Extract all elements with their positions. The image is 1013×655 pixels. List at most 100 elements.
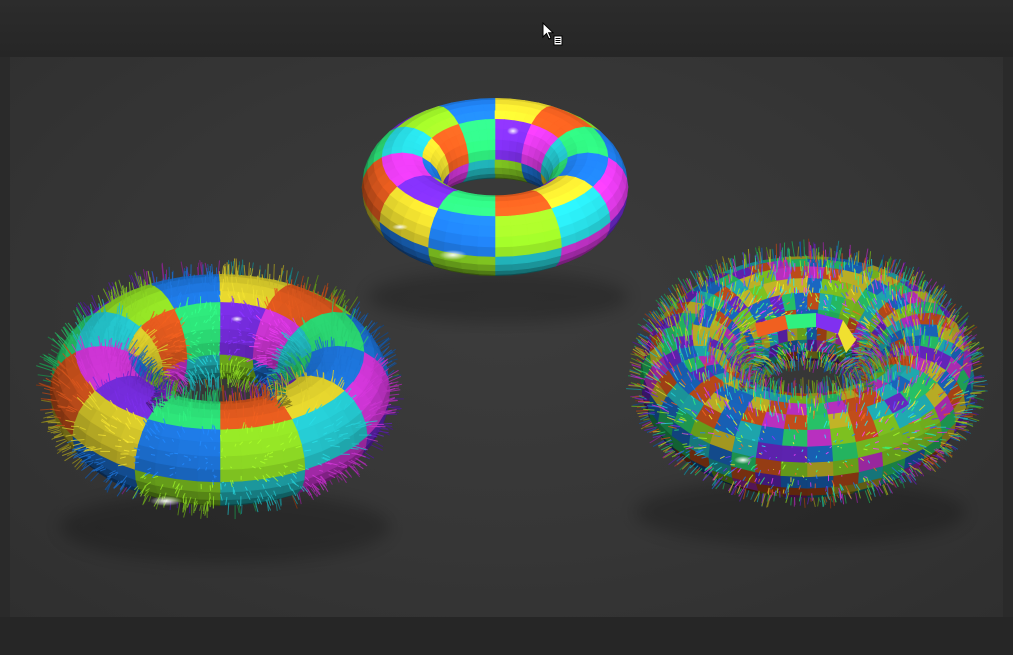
fur-strand (212, 480, 214, 486)
surface-patch (177, 439, 201, 456)
fur-strand (797, 246, 800, 257)
fur-strand (220, 434, 222, 442)
surface-patch (758, 425, 785, 446)
fur-strand (826, 265, 828, 275)
surface-patch (200, 417, 221, 431)
surface-patch (494, 263, 513, 272)
surface-patch (494, 196, 508, 202)
surface-patch (219, 417, 240, 431)
surface-patch (461, 223, 480, 237)
surface-patch (477, 263, 496, 272)
fur-strand (233, 258, 237, 277)
fur-strand (227, 264, 230, 281)
fur-strand (817, 334, 821, 336)
fur-strand (209, 350, 212, 356)
surface-patch (494, 200, 509, 209)
fur-strand (884, 267, 887, 282)
fur-strand (293, 271, 299, 286)
fur-strand (209, 401, 212, 411)
surface-patch (197, 468, 221, 483)
fur-strand (812, 287, 814, 293)
fur-strand (829, 275, 832, 284)
noise-fur-torus[interactable] (626, 238, 989, 509)
fur-strand (182, 387, 184, 404)
fur-strand (824, 313, 827, 315)
surface-patch (176, 452, 200, 470)
surface-patch (494, 207, 511, 217)
surface-patch (501, 149, 510, 161)
surface-patch (200, 328, 212, 344)
fur-strand (868, 251, 872, 266)
fur-strand (373, 440, 384, 448)
fur-strand (268, 390, 270, 399)
fur-strand (218, 452, 221, 454)
surface-patch (204, 403, 221, 411)
fur-strand (214, 475, 217, 478)
fur-strand (117, 439, 122, 442)
fur-strand (273, 263, 275, 281)
fur-strand (280, 498, 282, 506)
fur-strand (268, 273, 271, 286)
fur-strand (318, 368, 320, 377)
fur-strand (131, 449, 137, 452)
surface-patch (481, 200, 496, 209)
glossy-checker-torus[interactable] (361, 97, 629, 277)
surface-patch (494, 103, 508, 112)
fur-strand (368, 425, 380, 428)
fur-strand (228, 349, 231, 353)
fur-strand (167, 286, 169, 297)
surface-patch (780, 460, 808, 478)
fur-strand (215, 389, 218, 403)
fur-strand (339, 359, 342, 370)
surface-patch (219, 290, 234, 304)
render-viewport[interactable] (10, 57, 1003, 617)
fur-strand (241, 504, 243, 514)
fur-strand (895, 293, 898, 301)
specular-highlight (392, 224, 408, 230)
fur-strand (799, 305, 803, 307)
surface-patch (477, 225, 496, 238)
fur-strand (135, 374, 138, 385)
fur-strand (818, 263, 820, 274)
surface-patch (494, 235, 513, 248)
surface-patch (238, 426, 261, 443)
fur-strand (177, 394, 180, 407)
surface-patch (511, 234, 530, 247)
surface-patch (494, 255, 513, 266)
surface-patch (477, 235, 496, 248)
fur-strand (811, 332, 813, 335)
fur-strand (827, 265, 829, 275)
fur-strand (887, 281, 890, 291)
surface-patch (780, 475, 808, 489)
top-toolbar (0, 0, 1013, 57)
fur-strand (852, 253, 856, 261)
fur-strand (781, 249, 783, 262)
fur-strand (263, 384, 266, 399)
fur-strand (240, 264, 243, 276)
surface-patch (460, 234, 479, 247)
surface-patch (487, 167, 496, 175)
fur-strand (805, 288, 808, 295)
surface-patch (219, 328, 230, 343)
fur-strand (973, 362, 983, 366)
surface-patch (477, 246, 496, 257)
fur-strand (144, 281, 147, 291)
fur-strand (361, 454, 371, 460)
surface-patch (494, 246, 513, 257)
fur-strand (755, 276, 758, 283)
surface-patch (197, 455, 221, 470)
fur-strand (806, 275, 808, 283)
fur-strand (257, 355, 267, 357)
surface-patch (494, 158, 503, 168)
surface-patch (486, 173, 496, 178)
fur-strand (277, 409, 279, 418)
fur-strand (761, 247, 763, 263)
surface-patch (786, 339, 798, 353)
surface-patch (494, 128, 504, 141)
fur-strand (228, 340, 233, 342)
fur-strand (292, 288, 294, 301)
fur-strand (323, 282, 329, 299)
furry-checker-torus[interactable] (35, 258, 404, 520)
surface-patch (479, 207, 496, 217)
surface-patch (485, 118, 496, 130)
